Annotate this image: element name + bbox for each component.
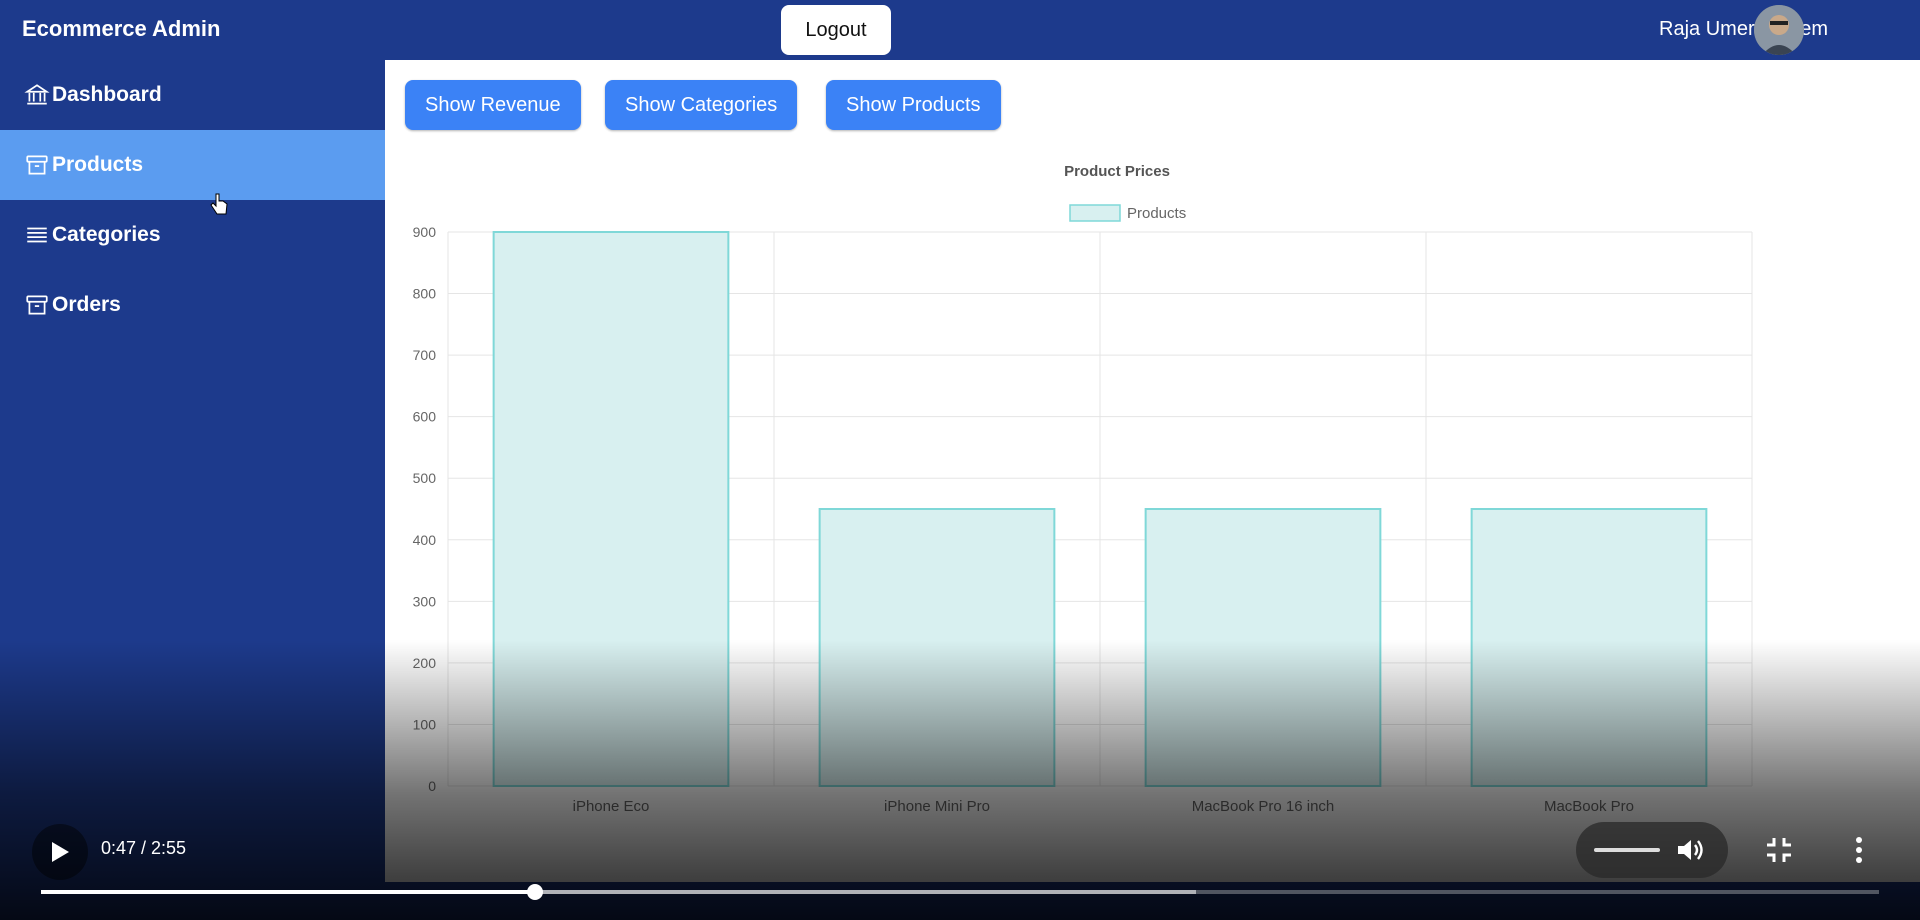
brand-title: Ecommerce Admin	[22, 16, 221, 41]
sidebar-item-label: Dashboard	[52, 83, 162, 106]
bar	[818, 508, 1056, 787]
legend-label: Products	[1127, 205, 1186, 222]
bar	[492, 231, 730, 787]
archive-box-icon	[24, 152, 50, 178]
y-tick-label: 900	[413, 224, 437, 240]
exit-fullscreen-button[interactable]	[1755, 826, 1803, 874]
y-tick-label: 700	[413, 347, 437, 363]
sidebar-item-dashboard[interactable]: Dashboard	[0, 60, 385, 130]
legend-swatch	[1069, 204, 1121, 222]
y-tick-label: 0	[428, 778, 436, 794]
sidebar-item-label: Categories	[52, 223, 161, 246]
sidebar-item-label: Products	[52, 153, 144, 176]
bar	[1144, 508, 1382, 787]
sidebar: Dashboard Products Categories Orders	[0, 60, 385, 882]
volume-icon[interactable]	[1676, 836, 1706, 864]
top-bar: Ecommerce Admin Logout Raja Umer Saleem	[0, 0, 1920, 60]
y-tick-label: 100	[413, 716, 437, 732]
archive-box-icon	[24, 292, 50, 318]
seek-handle[interactable]	[526, 884, 543, 900]
more-vertical-icon	[1856, 837, 1862, 863]
y-tick-label: 800	[413, 286, 437, 302]
time-display: 0:47 / 2:55	[101, 838, 187, 858]
exit-fullscreen-icon	[1767, 838, 1791, 862]
avatar[interactable]	[1754, 5, 1804, 55]
hand-cursor-icon	[210, 193, 228, 215]
y-tick-label: 500	[413, 470, 437, 486]
x-tick-label: iPhone Mini Pro	[884, 798, 990, 815]
y-tick-label: 600	[413, 409, 437, 425]
chart-title: Product Prices	[1064, 163, 1170, 180]
y-tick-label: 300	[413, 593, 437, 609]
sidebar-item-orders[interactable]: Orders	[0, 270, 385, 340]
seek-bar[interactable]	[41, 884, 1879, 900]
product-prices-chart: Product Prices Products 0 100 200 300 400 500 60…	[413, 163, 1753, 815]
logout-button[interactable]: Logout	[781, 5, 891, 55]
bar	[1470, 508, 1708, 787]
volume-control[interactable]	[1576, 822, 1728, 878]
sidebar-item-label: Orders	[52, 293, 121, 316]
x-tick-label: MacBook Pro	[1544, 798, 1634, 815]
more-options-button[interactable]	[1835, 826, 1883, 874]
play-button[interactable]	[32, 824, 88, 880]
y-tick-label: 400	[413, 532, 437, 548]
bank-icon	[24, 82, 50, 108]
sidebar-item-categories[interactable]: Categories	[0, 200, 385, 270]
seek-progress	[41, 890, 535, 894]
main-content: Show Revenue Show Categories Show Produc…	[385, 60, 1920, 882]
volume-slider[interactable]	[1594, 848, 1660, 852]
list-icon	[24, 222, 50, 248]
sidebar-item-products[interactable]: Products	[0, 130, 385, 200]
play-icon	[52, 842, 69, 862]
y-tick-label: 200	[413, 655, 437, 671]
x-tick-label: MacBook Pro 16 inch	[1192, 798, 1335, 815]
x-tick-label: iPhone Eco	[573, 798, 650, 815]
